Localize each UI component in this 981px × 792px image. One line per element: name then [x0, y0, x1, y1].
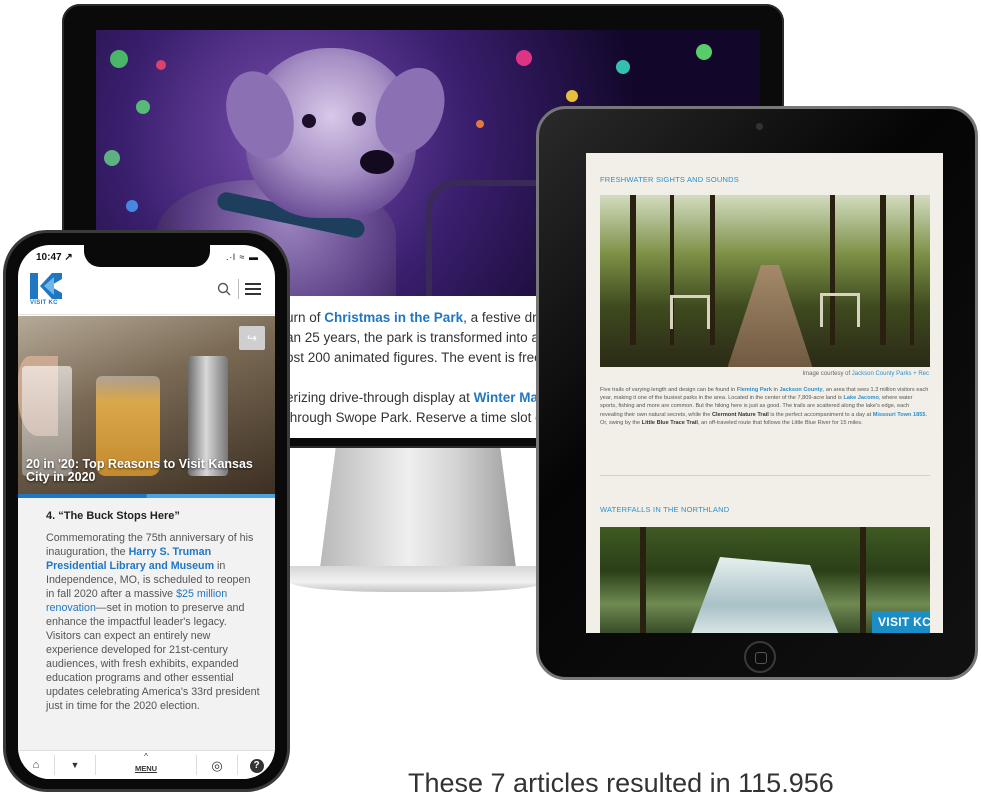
phone-hero-image: ↪ 20 in '20: Top Reasons to Visit Kansas… [18, 316, 275, 494]
status-time: 10:47 ↗ [36, 252, 73, 263]
bokeh-light [566, 90, 578, 102]
menu-tab[interactable]: ^ MENU [96, 751, 196, 779]
clermont-nature-trail-text: Clermont Nature Trail [711, 411, 769, 418]
chevron-up-icon: ^ [144, 752, 148, 761]
results-caption: These 7 articles resulted in 115,956 [408, 768, 834, 792]
bridge-railing [670, 295, 710, 329]
bokeh-light [516, 50, 532, 66]
location-pin-icon[interactable]: ▼ [55, 751, 95, 779]
visit-kc-badge[interactable]: VISIT KC [872, 611, 930, 633]
bokeh-light [136, 100, 150, 114]
status-icons: .∙l ≈ ▬ [226, 252, 259, 262]
hamburger-menu-icon[interactable] [245, 283, 261, 295]
tree-trunk [630, 195, 636, 345]
body-text: is the perfect accompaniment to a day at [768, 411, 873, 418]
monitor-stand-neck [320, 448, 516, 568]
phone-notch [84, 245, 210, 267]
tablet-camera [756, 123, 763, 130]
phone-screen: 10:47 ↗ .∙l ≈ ▬ VISIT KC ↪ 20 in '20: To… [18, 245, 275, 779]
hero-title: 20 in '20: Top Reasons to Visit Kansas C… [26, 457, 253, 484]
dog-nose [360, 150, 394, 174]
missouri-town-link[interactable]: Missouri Town 1855 [873, 412, 926, 418]
tree-trunk [710, 195, 715, 345]
tablet-home-button[interactable] [744, 641, 776, 673]
bokeh-light [156, 60, 166, 70]
dog-eye [352, 112, 366, 126]
article-text: urn of [286, 310, 325, 325]
article-text: erizing drive-through display at [286, 390, 474, 405]
tablet-device: FRESHWATER SIGHTS AND SOUNDS Image court… [536, 106, 978, 680]
tree-trunk [860, 527, 866, 633]
globe-icon[interactable]: ◎ [197, 751, 237, 779]
christmas-in-the-park-link[interactable]: Christmas in the Park [324, 310, 463, 325]
section-heading-waterfalls: WATERFALLS IN THE NORTHLAND [600, 505, 730, 514]
share-icon[interactable]: ↪ [239, 326, 265, 350]
home-icon[interactable]: ⌂ [18, 751, 54, 779]
item-title: 4. “The Buck Stops Here” [46, 510, 180, 522]
bokeh-light [476, 120, 484, 128]
body-text: , an off-traveled route that follows the… [697, 419, 863, 426]
visit-kc-logo-icon[interactable] [30, 273, 62, 299]
body-text: Five trails of varying length and design… [600, 387, 737, 393]
help-icon[interactable]: ? [238, 751, 275, 779]
phone-article: 4. “The Buck Stops Here” Commemorating t… [18, 498, 275, 750]
bokeh-light [696, 44, 712, 60]
little-blue-trace-trail-text: Little Blue Trace Trail [641, 419, 698, 426]
bottom-tab-bar: ⌂ ▼ ^ MENU ◎ ? [18, 750, 275, 779]
trail-photo [600, 195, 930, 367]
trail-path [725, 265, 815, 367]
tablet-screen: FRESHWATER SIGHTS AND SOUNDS Image court… [586, 153, 943, 633]
item-body: Commemorating the 75th anniversary of hi… [46, 531, 261, 713]
bridge-railing [820, 293, 860, 327]
logo-text: VISIT KC [30, 300, 58, 306]
monitor-stand-base [290, 566, 546, 592]
body-text: —set in motion to preserve and enhance t… [46, 602, 260, 712]
phone-device: 10:47 ↗ .∙l ≈ ▬ VISIT KC ↪ 20 in '20: To… [3, 230, 290, 792]
photo-caption: Image courtesy of Jackson County Parks +… [802, 371, 929, 377]
tree-trunk [880, 195, 886, 345]
bokeh-light [104, 150, 120, 166]
header-divider [238, 279, 239, 299]
menu-label: MENU [134, 764, 158, 773]
dog-eye [302, 114, 316, 128]
waterfall-photo: VISIT KC [600, 527, 930, 633]
lake-jacomo-link[interactable]: Lake Jacomo [843, 395, 878, 401]
tree-trunk [910, 195, 914, 345]
section-divider [600, 475, 930, 476]
site-header: VISIT KC [18, 273, 275, 315]
waterfall [690, 557, 840, 633]
bokeh-light [126, 200, 138, 212]
jackson-county-link[interactable]: Jackson County [779, 387, 822, 393]
fleming-park-link[interactable]: Fleming Park [737, 387, 772, 393]
tree-trunk [640, 527, 646, 633]
jackson-county-parks-link[interactable]: Jackson County Parks + Rec [852, 371, 929, 377]
tablet-article-body: Five trails of varying length and design… [600, 386, 930, 427]
bokeh-light [616, 60, 630, 74]
search-icon[interactable] [217, 282, 231, 296]
help-glyph: ? [249, 759, 264, 773]
caption-text: Image courtesy of [802, 371, 852, 377]
section-heading-freshwater: FRESHWATER SIGHTS AND SOUNDS [600, 175, 739, 184]
bokeh-light [110, 50, 128, 68]
